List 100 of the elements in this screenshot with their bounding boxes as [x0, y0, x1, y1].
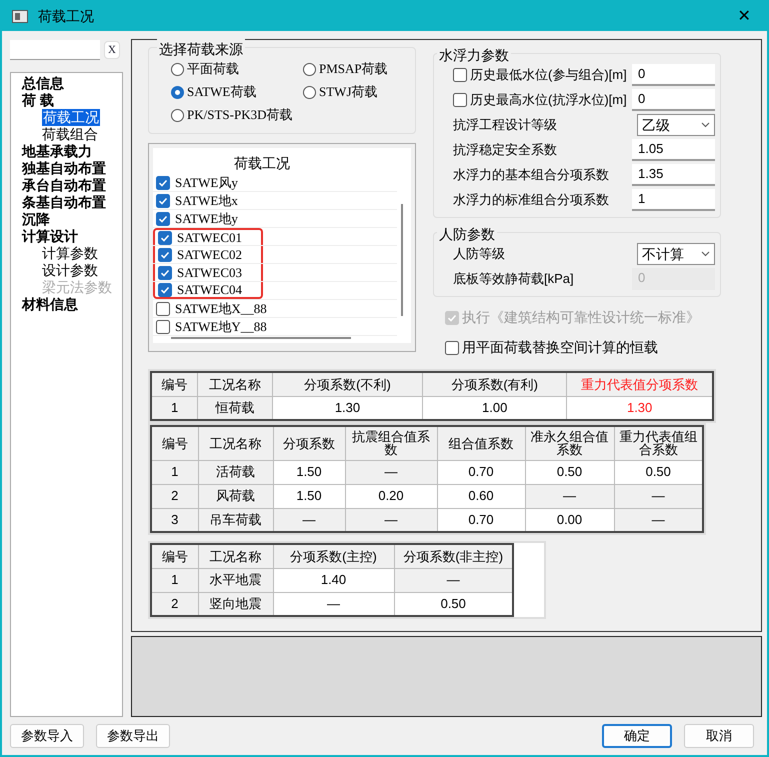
checked-checkbox-icon[interactable] — [158, 230, 172, 244]
field-label: 底板等效静荷载[kPa] — [453, 270, 574, 288]
checkbox-icon[interactable] — [453, 68, 467, 82]
tree-item[interactable]: 荷载工况 — [42, 109, 100, 126]
checkbox-label[interactable]: SATWEC04 — [177, 280, 242, 300]
table-cell[interactable]: 1.30 — [566, 396, 713, 420]
field-label: 水浮力的标准组合分项系数 — [453, 191, 609, 210]
button[interactable]: 参数导入 — [10, 724, 84, 748]
tree-item[interactable]: 沉降 — [22, 211, 50, 228]
checkbox-icon[interactable] — [156, 320, 170, 334]
scrollbar[interactable] — [401, 204, 403, 316]
field-label: 抗浮稳定安全系数 — [453, 141, 557, 160]
dropdown[interactable]: 乙级 — [637, 114, 715, 136]
table-cell[interactable]: 0.50 — [525, 460, 614, 484]
tree-item[interactable]: 设计参数 — [42, 262, 98, 279]
tree-item[interactable]: 计算参数 — [42, 245, 98, 262]
tree-item[interactable]: 条基自动布置 — [22, 194, 106, 211]
radio-icon[interactable] — [171, 62, 184, 76]
table-cell[interactable]: 1.00 — [422, 396, 567, 420]
tree-item[interactable]: 承台自动布置 — [22, 177, 106, 194]
checkbox-icon[interactable] — [453, 93, 467, 107]
checkbox-label[interactable]: 用平面荷载替换空间计算的恒载 — [462, 337, 658, 358]
checkbox-label[interactable]: SATWE风y — [175, 172, 238, 192]
checkbox-label[interactable]: SATWE地x — [175, 190, 238, 210]
table-cell[interactable]: 0.60 — [437, 484, 525, 508]
table-cell[interactable]: — — [394, 568, 513, 592]
tree-item[interactable]: 计算设计 — [22, 228, 78, 245]
checked-checkbox-icon[interactable] — [156, 176, 170, 190]
clear-button[interactable]: X — [104, 41, 120, 59]
scrollbar[interactable] — [171, 337, 351, 339]
checked-checkbox-icon[interactable] — [156, 194, 170, 208]
button[interactable]: 参数导出 — [96, 724, 170, 748]
table-cell[interactable]: — — [273, 592, 394, 616]
radio-icon[interactable] — [171, 108, 184, 122]
selected-radio-icon[interactable] — [171, 86, 184, 98]
tree-item[interactable]: 地基承载力 — [22, 143, 92, 160]
table-cell[interactable]: 1.40 — [273, 568, 394, 592]
column-header: 重力代表值组合系数 — [614, 426, 703, 460]
window-title: 荷载工况 — [38, 7, 94, 26]
tree-item[interactable]: 独基自动布置 — [22, 160, 106, 177]
table-cell[interactable]: — — [345, 508, 437, 532]
column-header: 工况名称 — [198, 372, 272, 396]
search-field[interactable] — [10, 40, 100, 60]
row-header: 风荷载 — [198, 484, 273, 508]
column-header: 编号 — [151, 544, 198, 568]
column-header: 工况名称 — [198, 426, 273, 460]
column-header: 准永久组合值系数 — [525, 426, 614, 460]
input-field[interactable]: 1.05 — [632, 139, 715, 161]
input-field[interactable]: 1.35 — [632, 164, 715, 186]
table-cell[interactable]: 0.70 — [437, 508, 525, 532]
table-cell[interactable]: 0.00 — [525, 508, 614, 532]
column-header: 工况名称 — [198, 544, 273, 568]
radio-icon[interactable] — [303, 86, 316, 98]
table-cell[interactable]: 0.70 — [437, 460, 525, 484]
tree-item[interactable]: 荷载组合 — [42, 126, 98, 143]
input-field[interactable]: 0 — [632, 64, 715, 86]
table-cell[interactable]: 0.20 — [345, 484, 437, 508]
column-header: 抗震组合值系数 — [345, 426, 437, 460]
checkbox-icon[interactable] — [156, 302, 170, 316]
radio-label[interactable]: PK/STS-PK3D荷载 — [187, 105, 292, 125]
button[interactable]: 取消 — [684, 724, 754, 748]
checkbox-label[interactable]: SATWEC01 — [177, 228, 242, 248]
input-field[interactable]: 1 — [632, 189, 715, 211]
checked-checkbox-icon[interactable] — [158, 248, 172, 262]
table-cell[interactable]: 0.50 — [394, 592, 513, 616]
table-cell[interactable]: — — [614, 508, 703, 532]
checkbox-label[interactable]: 历史最低水位(参与组合)[m] — [470, 65, 627, 85]
tree-item[interactable]: 总信息 — [22, 75, 64, 92]
checkbox-icon[interactable] — [445, 340, 459, 354]
tree-item[interactable]: 材料信息 — [22, 296, 78, 313]
table-cell[interactable]: — — [273, 508, 345, 532]
checkbox-label[interactable]: SATWE地y — [175, 208, 238, 228]
checkbox-label[interactable]: SATWEC03 — [177, 262, 242, 282]
close-button[interactable]: ✕ — [731, 4, 757, 30]
radio-label[interactable]: SATWE荷载 — [187, 82, 256, 102]
checkbox-label[interactable]: SATWE地X__88 — [175, 298, 267, 318]
table-cell[interactable]: — — [614, 484, 703, 508]
table-cell[interactable]: 1.50 — [273, 460, 345, 484]
input-field[interactable]: 0 — [632, 89, 715, 111]
table-cell[interactable]: 1.30 — [272, 396, 423, 420]
table-cell[interactable]: 1.50 — [273, 484, 345, 508]
checked-checkbox-icon[interactable] — [156, 212, 170, 226]
table-cell[interactable]: — — [345, 460, 437, 484]
tree-item[interactable]: 荷 载 — [22, 92, 54, 109]
dropdown[interactable]: 不计算 — [637, 243, 715, 265]
row-header: 2 — [151, 592, 198, 616]
checked-checkbox-icon[interactable] — [158, 282, 172, 296]
checked-checkbox-icon[interactable] — [158, 266, 172, 280]
column-header: 组合值系数 — [437, 426, 525, 460]
radio-label[interactable]: PMSAP荷载 — [319, 59, 388, 79]
table-cell[interactable]: 0.50 — [614, 460, 703, 484]
checkbox-label[interactable]: 历史最高水位(抗浮水位)[m] — [470, 90, 627, 110]
radio-icon[interactable] — [303, 62, 316, 76]
radio-label[interactable]: 平面荷载 — [187, 59, 239, 79]
table-cell[interactable]: — — [525, 484, 614, 508]
checkbox-label[interactable]: SATWE地Y__88 — [175, 316, 267, 336]
chevron-down-icon — [701, 251, 710, 257]
checkbox-label[interactable]: SATWEC02 — [177, 244, 242, 264]
button[interactable]: 确定 — [602, 724, 672, 748]
radio-label[interactable]: STWJ荷载 — [319, 82, 378, 102]
